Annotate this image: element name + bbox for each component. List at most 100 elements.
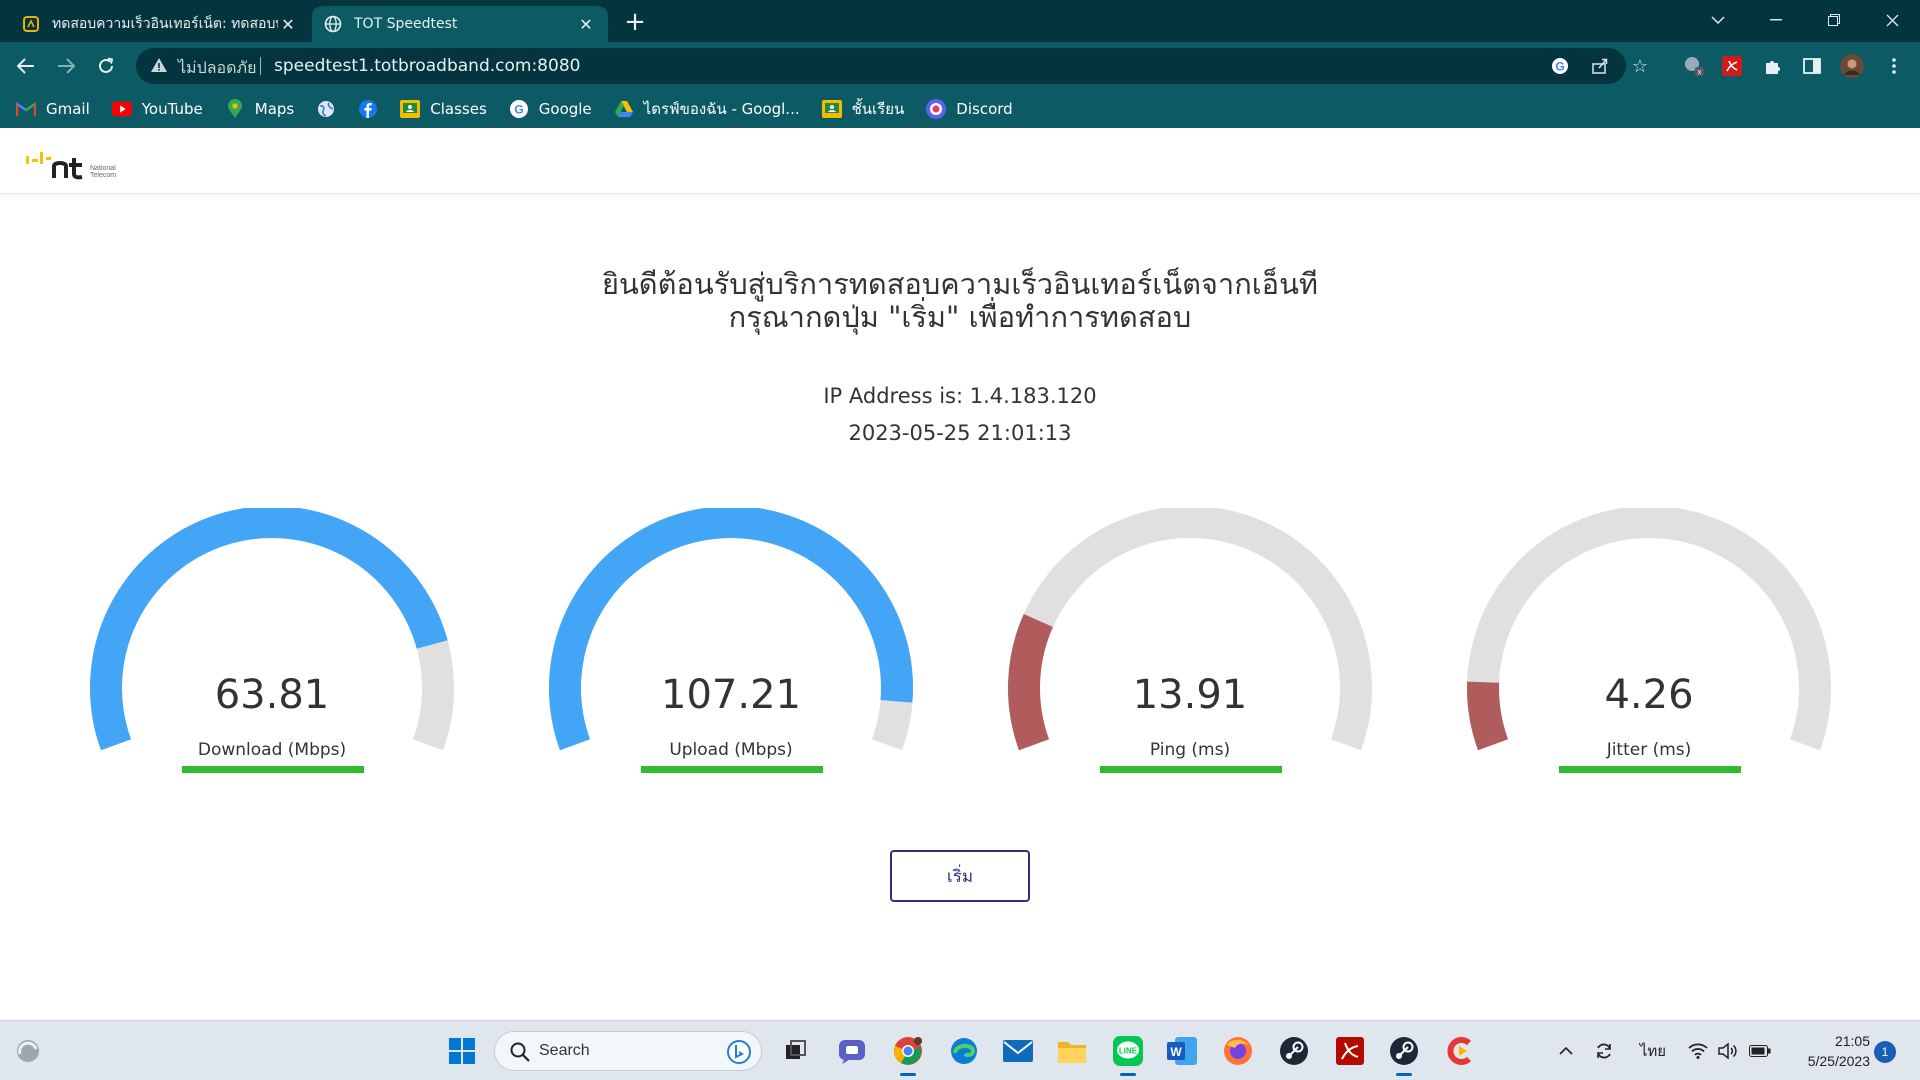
input-language[interactable]: ไทย [1636,1039,1670,1063]
side-panel-icon[interactable] [1798,52,1826,80]
upload-gauge: 107.21 Upload (Mbps) [531,508,931,808]
notification-badge[interactable]: 1 [1874,1041,1896,1063]
volume-icon[interactable] [1716,1039,1740,1063]
google-lens-icon[interactable]: G [1548,54,1572,78]
url-text[interactable]: speedtest1.totbroadband.com:8080 [274,56,580,76]
bookmark-class-thai[interactable]: ชั้นเรียน [821,97,904,121]
bookmark-label: Classes [430,100,487,118]
gauge-progress-bar [182,766,364,773]
start-icon[interactable] [446,1035,478,1067]
tab-speedtest-thai[interactable]: ทดสอบความเร็วอินเทอร์เน็ต: ทดสอบท ✕ [10,6,310,42]
svg-text:Telecom: Telecom [90,172,116,179]
start-test-button[interactable]: เริ่ม [890,850,1030,902]
extension-vpn-icon[interactable]: x [1680,52,1708,80]
file-explorer-icon[interactable] [1056,1035,1088,1067]
acrobat-extension-icon[interactable] [1718,52,1746,80]
forward-arrow-icon[interactable] [50,50,82,82]
restore-window-icon[interactable] [1806,0,1862,40]
security-label[interactable]: ไม่ปลอดภัย [178,56,256,81]
steam-active-indicator [1396,1073,1412,1076]
line-icon[interactable]: LINE [1112,1035,1144,1067]
svg-text:G: G [514,103,523,117]
classroom-icon [400,99,421,119]
bookmark-label: Google [538,100,592,118]
chrome-menu-icon[interactable] [1880,52,1908,80]
bookmark-google[interactable]: G Google [509,99,592,119]
google-icon: G [509,99,529,119]
chrome-active-indicator [900,1073,916,1076]
ip-address-text: IP Address is: 1.4.183.120 [823,384,1097,408]
steam-icon[interactable] [1278,1035,1310,1067]
bookmark-label: Discord [956,100,1013,118]
gauge-value: 63.81 [214,672,330,718]
word-icon[interactable]: W [1166,1035,1198,1067]
bookmark-facebook[interactable] [358,99,378,119]
gauge-dial [90,508,454,751]
gauge-progress-bar [1559,766,1741,773]
show-hidden-icons-chevron-icon[interactable] [1554,1039,1578,1063]
edge-icon[interactable] [948,1035,980,1067]
minimize-window-icon[interactable] [1748,0,1804,40]
profile-avatar[interactable] [1838,52,1866,80]
globe-icon [316,99,336,119]
bookmark-globe[interactable] [316,99,336,119]
drive-icon [614,99,634,119]
bookmark-maps[interactable]: Maps [225,99,294,119]
steam-icon[interactable] [1388,1035,1420,1067]
browser-toolbar: ไม่ปลอดภัย speedtest1.totbroadband.com:8… [0,42,1920,90]
warning-triangle-icon[interactable] [150,56,170,76]
bookmark-star-icon[interactable]: ☆ [1628,54,1652,78]
close-tab-icon[interactable]: ✕ [278,15,298,34]
chrome-icon[interactable] [892,1035,924,1067]
acrobat-icon[interactable] [1334,1035,1366,1067]
firefox-icon[interactable] [1222,1035,1254,1067]
svg-text:G: G [1555,60,1564,74]
bookmark-drive[interactable]: ไดรฟ์ของฉัน - Googl... [614,97,800,121]
weather-widget-icon[interactable] [12,1035,44,1067]
clock-date: 5/25/2023 [1807,1053,1870,1069]
clock-time: 21:05 [1834,1033,1870,1049]
bookmark-classes[interactable]: Classes [400,99,487,119]
task-view-icon[interactable] [780,1035,812,1067]
taskbar-search[interactable]: Search [494,1031,762,1071]
bookmark-label: Maps [254,100,295,118]
bookmarks-bar: Gmail YouTube Maps Classes G Google ไดรฟ… [0,90,1920,128]
back-arrow-icon[interactable] [10,50,42,82]
ccleaner-icon[interactable] [1444,1035,1476,1067]
bing-icon[interactable] [727,1040,751,1064]
mail-icon[interactable] [1002,1035,1034,1067]
gauge-dial [549,508,913,751]
bookmark-gmail[interactable]: Gmail [16,99,90,119]
bookmark-discord[interactable]: Discord [926,99,1013,119]
sync-icon[interactable] [1592,1039,1616,1063]
reload-icon[interactable] [90,50,122,82]
gauge-value: 13.91 [1132,672,1248,718]
speedtest-page: National Telecom ยินดีต้อนรับสู่บริการทด… [0,128,1920,1020]
tab-title: ทดสอบความเร็วอินเทอร์เน็ต: ทดสอบท [52,16,278,32]
extensions-puzzle-icon[interactable] [1758,52,1786,80]
svg-text:LINE: LINE [1119,1047,1138,1056]
share-icon[interactable] [1588,54,1612,78]
gauge-dial [1467,508,1831,751]
svg-text:National: National [90,165,116,172]
battery-icon[interactable] [1748,1039,1772,1063]
address-bar[interactable]: ไม่ปลอดภัย speedtest1.totbroadband.com:8… [136,48,1648,84]
nt-logo[interactable]: National Telecom [24,146,144,180]
close-window-icon[interactable] [1864,0,1920,40]
maps-icon [225,99,245,119]
wifi-icon[interactable] [1686,1039,1710,1063]
gauge-value: 4.26 [1604,672,1694,718]
bookmark-youtube[interactable]: YouTube [111,99,203,119]
search-placeholder: Search [539,1042,590,1059]
close-tab-icon[interactable]: ✕ [576,15,596,34]
bookmark-label: YouTube [141,100,203,118]
tab-search-chevron-icon[interactable] [1690,0,1746,40]
welcome-line-2: กรุณากดปุ่ม "เริ่ม" เพื่อทำการทดสอบ [728,300,1192,334]
new-tab-button[interactable]: + [620,8,650,38]
classroom-icon [821,99,842,119]
browser-tab-bar: ทดสอบความเร็วอินเทอร์เน็ต: ทดสอบท ✕ TOT … [0,0,1920,42]
welcome-line-1: ยินดีต้อนรับสู่บริการทดสอบความเร็วอินเทอ… [601,267,1319,301]
tab-tot-speedtest[interactable]: TOT Speedtest ✕ [312,6,608,42]
system-clock[interactable]: 21:05 5/25/2023 [1780,1031,1870,1071]
teams-chat-icon[interactable] [836,1035,868,1067]
